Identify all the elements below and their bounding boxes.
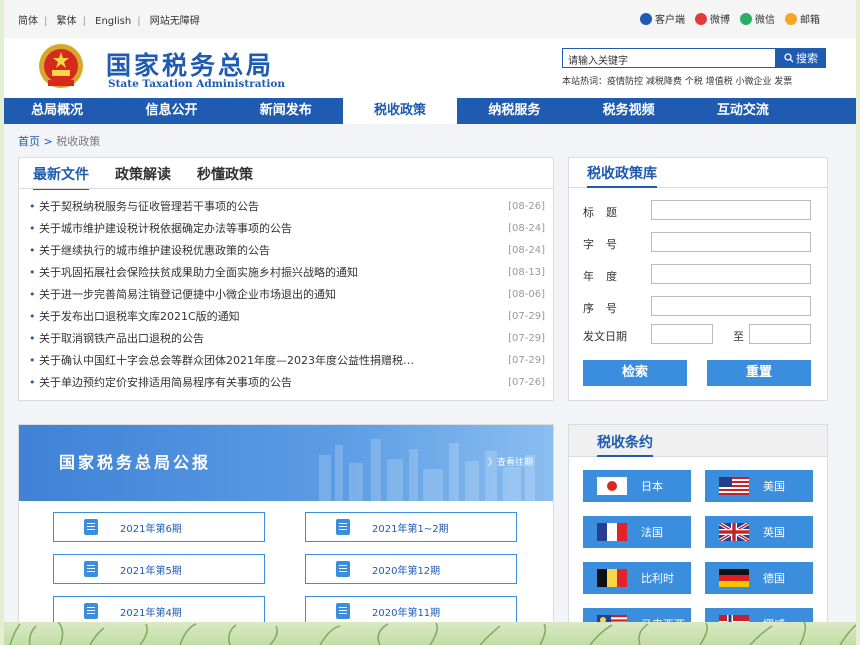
usa-flag-icon xyxy=(719,477,749,495)
tab-latest-files[interactable]: 最新文件 xyxy=(33,164,89,190)
number-label: 字号 xyxy=(583,238,629,251)
national-emblem-icon[interactable] xyxy=(36,42,86,92)
breadcrumb-home[interactable]: 首页 xyxy=(18,135,40,148)
grass-decoration xyxy=(0,621,860,645)
serial-label: 序号 xyxy=(583,302,629,315)
gazette-issue[interactable]: 2021年第5期 xyxy=(53,554,265,584)
nav-tax-service[interactable]: 纳税服务 xyxy=(457,98,571,124)
news-item[interactable]: 关于巩固拓展社会保险扶贫成果助力全面实施乡村振兴战略的通知[08-13] xyxy=(29,262,545,284)
search-policy-button[interactable]: 检索 xyxy=(583,360,687,386)
client-icon xyxy=(640,12,652,25)
nav-news-release[interactable]: 新闻发布 xyxy=(229,98,343,124)
treaty-france[interactable]: 法国 xyxy=(583,516,691,548)
hot-words: 本站热词：疫情防控 减税降费 个税 增值税 小微企业 发票 xyxy=(562,77,793,87)
news-item[interactable]: 关于发布出口退税率文库2021C版的通知[07-29] xyxy=(29,306,545,328)
nav-about[interactable]: 总局概况 xyxy=(0,98,114,124)
treaty-japan[interactable]: 日本 xyxy=(583,470,691,502)
tab-quick-policy[interactable]: 秒懂政策 xyxy=(197,164,253,190)
mail-link[interactable]: 邮箱 xyxy=(785,11,820,26)
gazette-issue[interactable]: 2020年第12期 xyxy=(305,554,517,584)
language-links: 简体 | 繁体 | English | 网站无障碍 xyxy=(18,16,200,27)
search-input[interactable]: 请输入关键字 xyxy=(562,48,776,68)
news-item[interactable]: 关于单边预约定价安排适用简易程序有关事项的公告[07-26] xyxy=(29,372,545,394)
gazette-banner: 国家税务总局公报 》查看往期 xyxy=(19,425,553,501)
news-item[interactable]: 关于确认中国红十字会总会等群众团体2021年度—2023年度公益性捐赠税…[07… xyxy=(29,350,545,372)
view-past-issues-link[interactable]: 》查看往期 xyxy=(488,455,533,468)
document-icon xyxy=(336,519,350,535)
news-item[interactable]: 关于城市维护建设税计税依据确定办法等事项的公告[08-24] xyxy=(29,218,545,240)
wechat-link[interactable]: 微信 xyxy=(740,11,775,26)
treaty-germany[interactable]: 德国 xyxy=(705,562,813,594)
gazette-issue[interactable]: 2021年第1~2期 xyxy=(305,512,517,542)
news-item[interactable]: 关于进一步完善简易注销登记便捷中小微企业市场退出的通知[08-06] xyxy=(29,284,545,306)
belgium-flag-icon xyxy=(597,569,627,587)
news-item[interactable]: 关于契税纳税服务与征收管理若干事项的公告[08-26] xyxy=(29,196,545,218)
weibo-icon xyxy=(695,12,707,25)
breadcrumb: 首页 > 税收政策 xyxy=(18,135,101,148)
lang-english[interactable]: English xyxy=(95,16,131,27)
number-field[interactable] xyxy=(651,232,811,252)
news-item[interactable]: 关于继续执行的城市维护建设税优惠政策的公告[08-24] xyxy=(29,240,545,262)
nav-info-disclosure[interactable]: 信息公开 xyxy=(114,98,228,124)
news-list: 关于契税纳税服务与征收管理若干事项的公告[08-26] 关于城市维护建设税计税依… xyxy=(29,196,545,394)
main-nav: 总局概况 信息公开 新闻发布 税收政策 纳税服务 税务视频 互动交流 xyxy=(0,98,860,124)
date-to-field[interactable] xyxy=(749,324,811,344)
year-label: 年度 xyxy=(583,270,629,283)
news-item[interactable]: 关于取消钢铁产品出口退税的公告[07-29] xyxy=(29,328,545,350)
client-link[interactable]: 客户端 xyxy=(640,11,685,26)
nav-tax-policy[interactable]: 税收政策 xyxy=(342,98,458,124)
treaty-uk[interactable]: 英国 xyxy=(705,516,813,548)
document-icon xyxy=(336,603,350,619)
reset-button[interactable]: 重置 xyxy=(707,360,811,386)
social-links: 客户端 微博 微信 邮箱 xyxy=(640,11,820,26)
gazette-issue[interactable]: 2021年第6期 xyxy=(53,512,265,542)
japan-flag-icon xyxy=(597,477,627,495)
nav-tax-video[interactable]: 税务视频 xyxy=(571,98,685,124)
policy-db-title: 税收政策库 xyxy=(587,163,657,188)
weibo-link[interactable]: 微博 xyxy=(695,11,730,26)
site-title[interactable]: 国家税务总局 xyxy=(106,46,274,82)
document-icon xyxy=(84,603,98,619)
policy-db-panel: 税收政策库 标题 字号 年度 序号 发文日期 至 检索 重置 xyxy=(568,157,828,401)
tax-treaty-panel: 税收条约 日本 美国 法国 英国 比利时 德国 马来西亚 xyxy=(568,424,828,645)
site-title-english: State Taxation Administration xyxy=(108,78,286,90)
gazette-panel: 国家税务总局公报 》查看往期 2021年第6期 2021年第1~2期 2021年… xyxy=(18,424,554,645)
uk-flag-icon xyxy=(719,523,749,541)
title-label: 标题 xyxy=(583,206,629,219)
lang-simplified[interactable]: 简体 xyxy=(18,16,38,27)
nav-interaction[interactable]: 互动交流 xyxy=(686,98,800,124)
title-field[interactable] xyxy=(651,200,811,220)
document-icon xyxy=(336,561,350,577)
top-bar: 简体 | 繁体 | English | 网站无障碍 客户端 微博 微信 邮箱 xyxy=(0,0,860,38)
document-icon xyxy=(84,561,98,577)
breadcrumb-current: 税收政策 xyxy=(56,135,101,148)
mail-icon xyxy=(785,12,797,25)
accessibility-link[interactable]: 网站无障碍 xyxy=(150,16,200,27)
treaty-usa[interactable]: 美国 xyxy=(705,470,813,502)
year-field[interactable] xyxy=(651,264,811,284)
treaty-belgium[interactable]: 比利时 xyxy=(583,562,691,594)
lang-traditional[interactable]: 繁体 xyxy=(57,16,77,27)
wechat-icon xyxy=(740,12,752,25)
tax-treaty-title: 税收条约 xyxy=(597,432,653,457)
search-icon xyxy=(784,53,794,63)
news-tabs: 最新文件 政策解读 秒懂政策 xyxy=(33,164,253,190)
document-icon xyxy=(84,519,98,535)
news-panel: 最新文件 政策解读 秒懂政策 关于契税纳税服务与征收管理若干事项的公告[08-2… xyxy=(18,157,554,401)
page: 简体 | 繁体 | English | 网站无障碍 客户端 微博 微信 邮箱 国家税务… xyxy=(0,0,860,645)
date-label: 发文日期 xyxy=(583,330,627,343)
date-from-field[interactable] xyxy=(651,324,713,344)
site-header: 国家税务总局 State Taxation Administration 请输入… xyxy=(0,38,860,98)
gazette-title: 国家税务总局公报 xyxy=(59,453,212,472)
search-button[interactable]: 搜索 xyxy=(776,48,826,68)
france-flag-icon xyxy=(597,523,627,541)
germany-flag-icon xyxy=(719,569,749,587)
date-to-label: 至 xyxy=(733,330,744,343)
serial-field[interactable] xyxy=(651,296,811,316)
tab-policy-interpretation[interactable]: 政策解读 xyxy=(115,164,171,190)
